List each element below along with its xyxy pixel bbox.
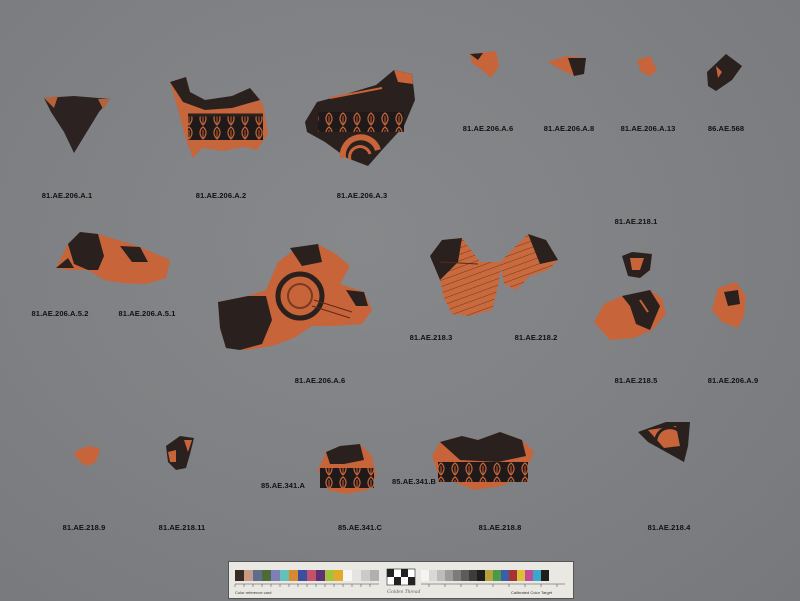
label-81-ae-206-a-2: 81.AE.206.A.2 xyxy=(195,191,247,200)
sherd-18 xyxy=(74,446,100,466)
label-81-ae-218-8: 81.AE.218.8 xyxy=(478,523,522,532)
sherd-4 xyxy=(470,51,499,78)
label-81-ae-206-a-6: 81.AE.206.A.6 xyxy=(294,376,346,385)
label-81-ae-218-4: 81.AE.218.4 xyxy=(647,523,691,532)
label-85-ae-341-b: 85.AE.341.B xyxy=(391,477,437,486)
sherd-5 xyxy=(548,56,586,76)
label-81-ae-206-a-13: 81.AE.206.A.13 xyxy=(620,124,676,133)
sherd-15 xyxy=(712,282,746,328)
label-81-ae-218-2: 81.AE.218.2 xyxy=(514,333,558,342)
label-81-ae-218-1: 81.AE.218.1 xyxy=(614,217,658,226)
sherd-14 xyxy=(594,290,666,340)
card-left-note: Color reference card xyxy=(235,590,272,595)
sherd-8 xyxy=(622,252,652,278)
label-81-ae-206-a-6-top: 81.AE.206.A.6 xyxy=(462,124,514,133)
label-81-ae-206-a-1: 81.AE.206.A.1 xyxy=(41,191,93,200)
label-86-ae-568: 86.AE.568 xyxy=(707,124,745,133)
sherd-2 xyxy=(170,77,268,158)
right-swatches xyxy=(421,570,549,581)
photo-stage: 81.AE.206.A.1 81.AE.206.A.2 81.AE.206.A.… xyxy=(0,0,800,601)
sherd-16 xyxy=(318,444,376,494)
label-81-ae-206-a-3: 81.AE.206.A.3 xyxy=(336,191,388,200)
label-81-ae-206-a-5-1: 81.AE.206.A.5.1 xyxy=(118,309,176,318)
sherd-12 xyxy=(500,234,558,290)
sherd-11 xyxy=(430,238,502,316)
sherd-layer xyxy=(44,51,746,494)
label-81-ae-218-9: 81.AE.218.9 xyxy=(62,523,106,532)
sherd-9 xyxy=(56,232,170,284)
card-brand: Golden Thread xyxy=(387,589,421,595)
color-calibration-card: Color reference card Golden Thread Calib… xyxy=(228,561,574,599)
sherd-19 xyxy=(166,436,194,470)
sherd-17 xyxy=(432,432,534,490)
card-right-note: Calibrated Color Target xyxy=(511,590,553,595)
label-81-ae-218-5: 81.AE.218.5 xyxy=(614,376,658,385)
center-checker xyxy=(386,568,416,586)
sherd-10 xyxy=(218,244,372,350)
label-85-ae-341-c: 85.AE.341.C xyxy=(337,523,383,532)
sherd-1 xyxy=(44,96,110,153)
label-85-ae-341-a: 85.AE.341.A xyxy=(260,481,306,490)
label-81-ae-206-a-8: 81.AE.206.A.8 xyxy=(543,124,595,133)
sherd-3 xyxy=(305,70,415,166)
sherd-7 xyxy=(707,54,742,91)
label-81-ae-206-a-5-2: 81.AE.206.A.5.2 xyxy=(31,309,89,318)
sherd-22 xyxy=(638,422,690,462)
label-81-ae-206-a-9: 81.AE.206.A.9 xyxy=(707,376,759,385)
label-81-ae-218-11: 81.AE.218.11 xyxy=(158,523,206,532)
label-81-ae-218-3: 81.AE.218.3 xyxy=(409,333,453,342)
left-swatches xyxy=(235,570,379,581)
sherd-6 xyxy=(637,56,657,76)
